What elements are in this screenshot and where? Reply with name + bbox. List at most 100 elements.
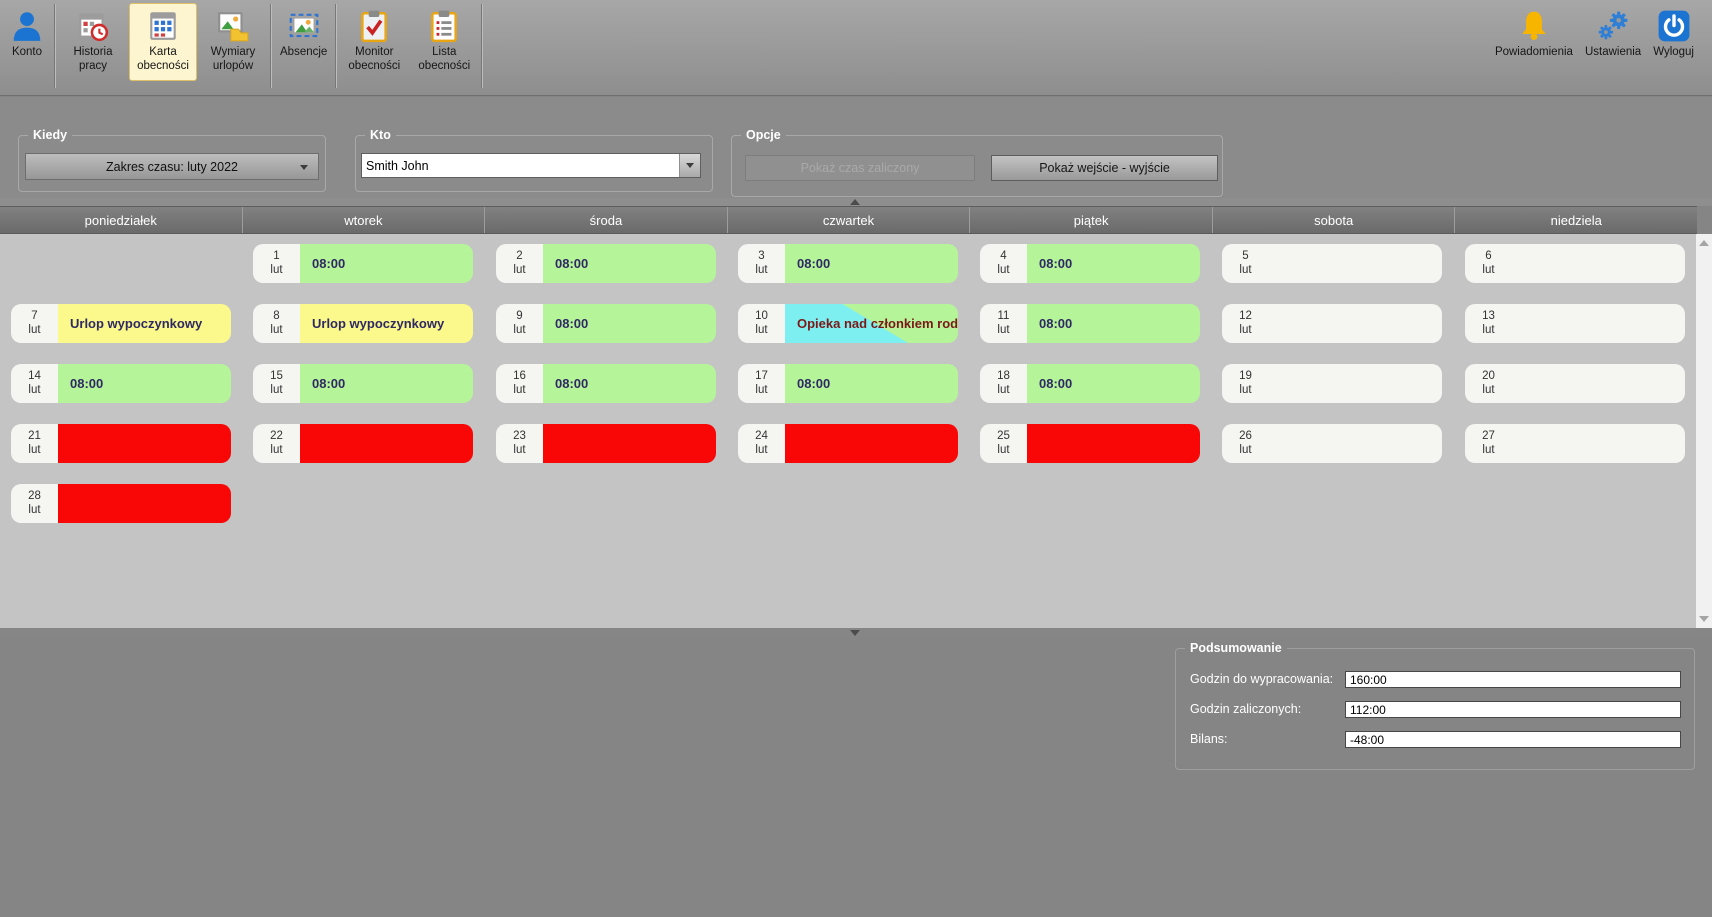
- cell-date: 8lut: [253, 304, 300, 343]
- weekday-header-row: poniedziałekwtorekśrodaczwartekpiąteksob…: [0, 206, 1697, 234]
- toolbar-left-group: KontoHistoria pracyKarta obecnościWymiar…: [2, 3, 485, 89]
- cell-date: 18lut: [980, 364, 1027, 403]
- calendar-cell-day-18[interactable]: 18lut08:00: [980, 364, 1200, 403]
- toolbar-button-karta-obecnosci[interactable]: Karta obecności: [129, 3, 197, 81]
- toolbar-button-label: Ustawienia: [1585, 46, 1641, 60]
- cell-event-area: [1269, 424, 1442, 463]
- toolbar-button-wymiary-urlopow[interactable]: Wymiary urlopów: [199, 3, 267, 81]
- calendar-cell-day-10[interactable]: 10lutOpieka nad członkiem rodziny: [738, 304, 958, 343]
- calendar-cell-day-2[interactable]: 2lut08:00: [496, 244, 716, 283]
- calendar-cell-day-8[interactable]: 8lutUrlop wypoczynkowy: [253, 304, 473, 343]
- weekday-header-piatek: piątek: [969, 207, 1212, 233]
- month-abbr: lut: [1482, 384, 1494, 398]
- calendar-cell-day-24[interactable]: 24lut: [738, 424, 958, 463]
- calendar-grid: 1lut08:00 2lut08:00 3lut08:00 4lut08:00 5lut…: [0, 234, 1712, 628]
- summary-row: Bilans:: [1190, 731, 1682, 749]
- toolbar-button-powiadomienia[interactable]: Powiadomienia: [1490, 3, 1578, 81]
- calendar-cell-day-22[interactable]: 22lut: [253, 424, 473, 463]
- person-input[interactable]: [362, 154, 679, 177]
- show-in-out-button[interactable]: Pokaż wejście - wyjście: [991, 155, 1218, 181]
- calendar-cell-day-20[interactable]: 20lut: [1465, 364, 1685, 403]
- calendar-cell-day-11[interactable]: 11lut 08:00: [980, 304, 1200, 343]
- day-number: 8: [273, 310, 279, 324]
- calendar-cell-day-17[interactable]: 17lut08:00: [738, 364, 958, 403]
- filter-panel: Kiedy Zakres czasu: luty 2022 Kto Opcje …: [0, 97, 1712, 198]
- toolbar-button-lista-obecnosci[interactable]: Lista obecności: [410, 3, 478, 81]
- image-icon: [287, 9, 321, 43]
- calendar-cell-day-23[interactable]: 23lut: [496, 424, 716, 463]
- summary-value-field-0[interactable]: [1345, 671, 1681, 688]
- toolbar-button-label: Lista obecności: [415, 46, 473, 73]
- day-number: 24: [755, 430, 768, 444]
- calendar-cell-day-28[interactable]: 28lut: [11, 484, 231, 523]
- person-dropdown-button[interactable]: [679, 154, 700, 177]
- toolbar-button-konto[interactable]: Konto: [3, 3, 51, 81]
- calendar-cell-day-14[interactable]: 14lut08:00: [11, 364, 231, 403]
- calendar-cell-day-4[interactable]: 4lut08:00: [980, 244, 1200, 283]
- cell-event-area: [58, 484, 231, 523]
- toolbar-button-monitor-obecnosci[interactable]: Monitor obecności: [340, 3, 408, 81]
- collapse-down-icon[interactable]: [850, 630, 860, 636]
- calendar-cell-day-15[interactable]: 15lut08:00: [253, 364, 473, 403]
- day-number: 12: [1239, 310, 1252, 324]
- calendar-cell-day-26[interactable]: 26lut: [1222, 424, 1442, 463]
- calendar-cell-day-3[interactable]: 3lut08:00: [738, 244, 958, 283]
- summary-row: Godzin do wypracowania:: [1190, 671, 1682, 689]
- toolbar-button-ustawienia[interactable]: Ustawienia: [1580, 3, 1646, 81]
- event-label: 08:00: [543, 316, 588, 331]
- cell-event-area: Opieka nad członkiem rodziny: [785, 304, 958, 343]
- summary-value-field-1[interactable]: [1345, 701, 1681, 718]
- calendar-cell-day-13[interactable]: 13lut: [1465, 304, 1685, 343]
- calendar-cell-day-7[interactable]: 7lutUrlop wypoczynkowy: [11, 304, 231, 343]
- month-abbr: lut: [270, 324, 282, 338]
- event-label: 08:00: [1027, 256, 1072, 271]
- calendar-cell-day-21[interactable]: 21lut: [11, 424, 231, 463]
- main-toolbar: KontoHistoria pracyKarta obecnościWymiar…: [0, 0, 1712, 96]
- toolbar-button-absencje[interactable]: Absencje: [275, 3, 332, 81]
- month-abbr: lut: [755, 444, 767, 458]
- cell-event-area: 08:00: [1027, 364, 1200, 403]
- month-abbr: lut: [997, 324, 1009, 338]
- summary-label: Bilans:: [1190, 732, 1228, 746]
- calendar-cell-day-19[interactable]: 19lut: [1222, 364, 1442, 403]
- calendar-cell-day-12[interactable]: 12lut: [1222, 304, 1442, 343]
- toolbar-button-wyloguj[interactable]: Wyloguj: [1648, 3, 1699, 81]
- cell-event-area: [58, 424, 231, 463]
- top-splitter[interactable]: [0, 198, 1712, 206]
- calendar-cell-day-27[interactable]: 27lut: [1465, 424, 1685, 463]
- day-number: 26: [1239, 430, 1252, 444]
- bottom-splitter[interactable]: [0, 628, 1712, 638]
- cell-event-area: 08:00: [543, 364, 716, 403]
- calendar-cell-day-9[interactable]: 9lut08:00: [496, 304, 716, 343]
- weekday-header-niedziela: niedziela: [1454, 207, 1697, 233]
- weekday-header-sobota: sobota: [1212, 207, 1455, 233]
- summary-label: Godzin zaliczonych:: [1190, 702, 1301, 716]
- month-abbr: lut: [513, 264, 525, 278]
- day-number: 7: [31, 310, 37, 324]
- weekday-header-poniedzialek: poniedziałek: [0, 207, 242, 233]
- cell-event-area: [1269, 244, 1442, 283]
- summary-value-field-2[interactable]: [1345, 731, 1681, 748]
- cell-event-area: 08:00: [1027, 304, 1200, 343]
- calendar-cell-day-1[interactable]: 1lut08:00: [253, 244, 473, 283]
- calendar-cell-day-25[interactable]: 25lut: [980, 424, 1200, 463]
- toolbar-button-historia-pracy[interactable]: Historia pracy: [59, 3, 127, 81]
- group-kiedy-caption: Kiedy: [28, 127, 72, 143]
- time-range-dropdown[interactable]: Zakres czasu: luty 2022: [25, 153, 319, 180]
- calendar-cell-day-16[interactable]: 16lut08:00: [496, 364, 716, 403]
- cell-date: 27lut: [1465, 424, 1512, 463]
- scroll-down-icon[interactable]: [1699, 616, 1709, 622]
- day-number: 15: [270, 370, 283, 384]
- collapse-up-icon[interactable]: [850, 199, 860, 205]
- calendar-cell-day-5[interactable]: 5lut: [1222, 244, 1442, 283]
- cell-event-area: [1512, 424, 1685, 463]
- month-abbr: lut: [1482, 444, 1494, 458]
- vertical-scrollbar[interactable]: [1696, 234, 1712, 628]
- show-counted-time-button[interactable]: Pokaż czas zaliczony: [745, 155, 975, 181]
- calendar-cell-day-6[interactable]: 6lut: [1465, 244, 1685, 283]
- day-number: 9: [516, 310, 522, 324]
- event-label: 08:00: [58, 376, 103, 391]
- day-number: 11: [998, 310, 1010, 324]
- summary-row: Godzin zaliczonych:: [1190, 701, 1682, 719]
- scroll-up-icon[interactable]: [1699, 240, 1709, 246]
